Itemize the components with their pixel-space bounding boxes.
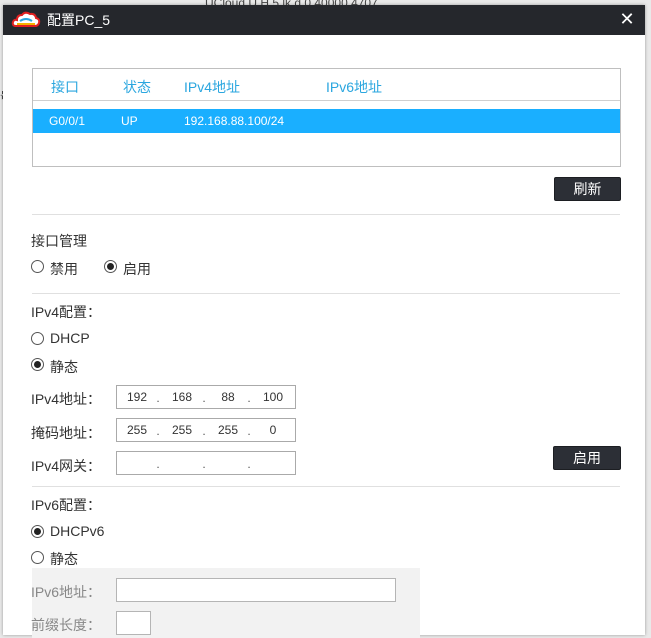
cell-status: UP: [121, 114, 138, 128]
ipv6-config-title: IPv6配置：: [31, 497, 102, 513]
title-bar[interactable]: 配置PC_5 ✕: [3, 5, 645, 35]
mask-label: 掩码地址：: [31, 425, 101, 441]
config-dialog: 配置PC_5 ✕ 接口 状态 IPv4地址 IPv6地址 G0/0/1 UP 1…: [3, 5, 645, 638]
dialog-title: 配置PC_5: [47, 12, 111, 28]
column-header-interface: 接口: [51, 79, 79, 95]
gateway-input[interactable]: . . .: [116, 451, 296, 475]
ipv4-static-radio[interactable]: [31, 358, 44, 371]
enable-radio[interactable]: [104, 260, 117, 273]
octet-separator: .: [202, 391, 206, 405]
column-header-ipv4: IPv4地址: [184, 79, 241, 95]
ipv4-address-octet[interactable]: 88: [213, 390, 243, 404]
apply-button[interactable]: 启用: [553, 446, 621, 470]
octet-separator: .: [156, 424, 160, 438]
column-header-status: 状态: [123, 79, 151, 95]
mask-octet[interactable]: 255: [167, 423, 197, 437]
refresh-button[interactable]: 刷新: [554, 177, 621, 201]
ipv6-static-radio[interactable]: [31, 551, 44, 564]
disable-label[interactable]: 禁用: [50, 259, 78, 279]
cell-ipv4: 192.168.88.100/24: [184, 114, 285, 128]
interface-table: 接口 状态 IPv4地址 IPv6地址 G0/0/1 UP 192.168.88…: [32, 68, 621, 167]
table-row[interactable]: G0/0/1 UP 192.168.88.100/24: [33, 109, 620, 133]
iface-mgmt-title: 接口管理: [31, 233, 87, 249]
octet-separator: .: [247, 457, 251, 471]
ipv6-static-label[interactable]: 静态: [50, 549, 78, 569]
mask-input[interactable]: 255 . 255 . 255 . 0: [116, 418, 296, 442]
octet-separator: .: [247, 391, 251, 405]
octet-separator: .: [247, 424, 251, 438]
mask-octet[interactable]: 255: [122, 423, 152, 437]
mask-octet[interactable]: 0: [258, 423, 288, 437]
ipv4-address-octet[interactable]: 192: [122, 390, 152, 404]
cloud-logo-icon: [11, 11, 41, 27]
mask-octet[interactable]: 255: [213, 423, 243, 437]
table-header: 接口 状态 IPv4地址 IPv6地址: [33, 69, 620, 101]
ipv6-dhcpv6-radio[interactable]: [31, 525, 44, 538]
ipv4-address-label: IPv4地址：: [31, 391, 102, 407]
cell-interface: G0/0/1: [49, 114, 86, 128]
enable-label[interactable]: 启用: [123, 259, 151, 279]
divider: [32, 293, 620, 294]
octet-separator: .: [202, 457, 206, 471]
ipv4-static-label[interactable]: 静态: [50, 357, 78, 377]
ipv4-dhcp-radio[interactable]: [31, 332, 44, 345]
octet-separator: .: [156, 457, 160, 471]
prefix-length-input[interactable]: [116, 611, 151, 635]
octet-separator: .: [202, 424, 206, 438]
ipv6-address-input[interactable]: [116, 578, 396, 602]
column-header-ipv6: IPv6地址: [326, 79, 383, 95]
disable-radio[interactable]: [31, 260, 44, 273]
ipv6-dhcpv6-label[interactable]: DHCPv6: [50, 523, 104, 539]
ipv4-address-octet[interactable]: 168: [167, 390, 197, 404]
divider: [32, 486, 620, 487]
prefix-length-label: 前缀长度：: [31, 617, 101, 633]
ipv4-config-title: IPv4配置：: [31, 304, 102, 320]
octet-separator: .: [156, 391, 160, 405]
ipv6-static-panel: IPv6地址： 前缀长度：: [31, 568, 420, 638]
close-icon[interactable]: ✕: [617, 8, 637, 30]
divider: [32, 214, 620, 215]
ipv6-address-label: IPv6地址：: [31, 584, 102, 600]
ipv4-dhcp-label[interactable]: DHCP: [50, 330, 90, 346]
ipv4-address-input[interactable]: 192 . 168 . 88 . 100: [116, 385, 296, 409]
gateway-label: IPv4网关：: [31, 458, 102, 474]
ipv4-address-octet[interactable]: 100: [258, 390, 288, 404]
